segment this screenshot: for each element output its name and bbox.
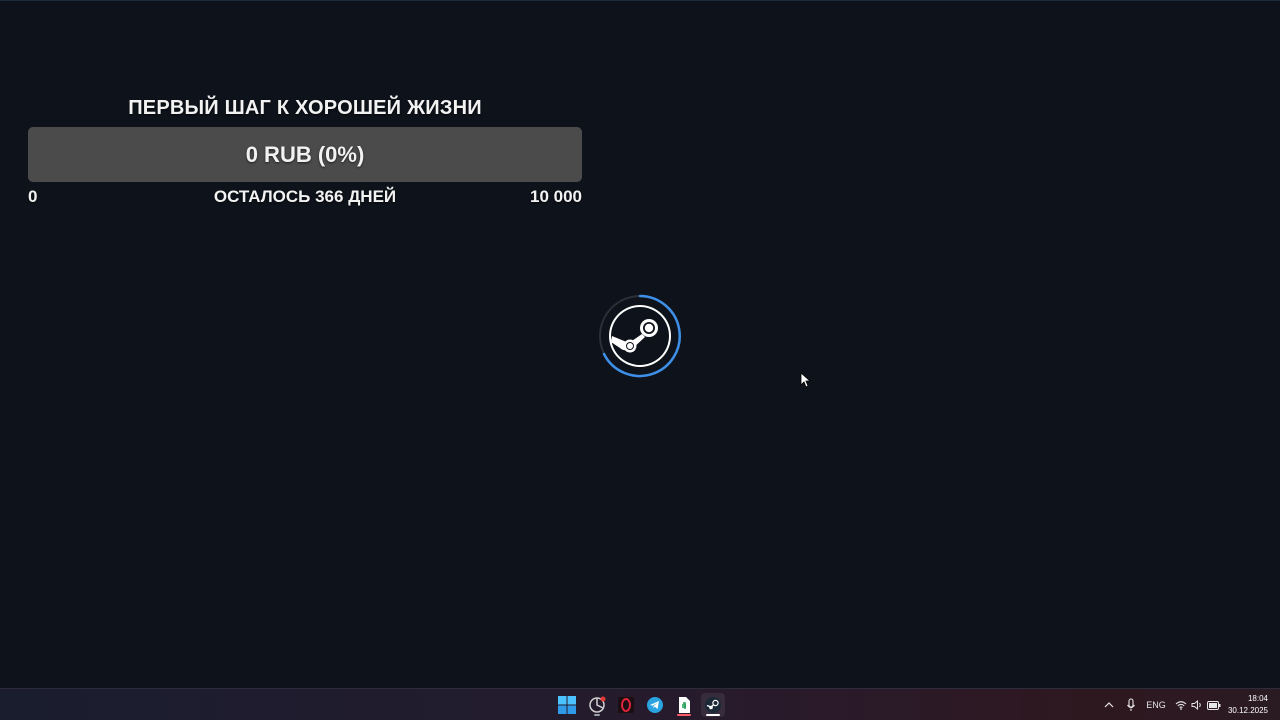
- goal-remaining-label: ОСТАЛОСЬ 366 ДНЕЙ: [213, 187, 397, 206]
- steam-loading-spinner: [598, 294, 682, 378]
- speaker-icon: [1191, 700, 1201, 710]
- windows-logo-icon: [558, 696, 576, 714]
- goal-max-label: 10 000: [530, 187, 582, 206]
- taskbar-app-chrome-like[interactable]: [585, 693, 609, 717]
- desktop-screen: ПЕРВЫЙ ШАГ К ХОРОШЕЙ ЖИЗНИ 0 RUB (0%) 0 …: [0, 0, 1280, 720]
- battery-button[interactable]: [1206, 697, 1222, 713]
- goal-progress-text: 0 RUB (0%): [245, 141, 365, 167]
- goal-title: ПЕРВЫЙ ШАГ К ХОРОШЕЙ ЖИЗНИ: [128, 97, 482, 119]
- app-running-indicator: [677, 714, 691, 716]
- volume-button[interactable]: [1190, 697, 1204, 713]
- microphone-button[interactable]: [1124, 697, 1138, 713]
- steam-logo-icon: [599, 294, 681, 378]
- chevron-up-icon: [1104, 702, 1114, 708]
- mouse-cursor-icon: [800, 372, 810, 388]
- battery-icon: [1207, 700, 1221, 710]
- wifi-button[interactable]: [1174, 697, 1188, 713]
- goal-footer: 0 ОСТАЛОСЬ 366 ДНЕЙ 10 000: [28, 182, 582, 212]
- clock-time: 18:04: [1247, 694, 1268, 703]
- app-running-indicator: [594, 714, 600, 716]
- document-icon: [679, 697, 690, 713]
- taskbar-app-telegram[interactable]: [643, 693, 667, 717]
- taskbar-app-opera[interactable]: [614, 693, 638, 717]
- steam-icon: [705, 697, 721, 713]
- app-active-indicator: [706, 714, 720, 716]
- wifi-icon: [1175, 701, 1187, 710]
- telegram-icon: [647, 697, 663, 713]
- clock-date: 30.12.2025: [1227, 706, 1268, 715]
- donation-goal-widget: ПЕРВЫЙ ШАГ К ХОРОШЕЙ ЖИЗНИ 0 RUB (0%) 0 …: [28, 92, 582, 212]
- opera-icon: [618, 697, 634, 713]
- taskbar: ENG 18:04 30.12.2025: [0, 688, 1280, 720]
- show-hidden-icons-button[interactable]: [1102, 697, 1116, 713]
- taskbar-app-steam[interactable]: [701, 693, 725, 717]
- app-circle-icon: [589, 696, 606, 713]
- goal-progress-bar: 0 RUB (0%): [28, 127, 582, 182]
- start-button[interactable]: [555, 693, 579, 717]
- top-edge-line: [0, 0, 1280, 1]
- taskbar-app-notepad[interactable]: [672, 693, 696, 717]
- microphone-icon: [1127, 698, 1135, 711]
- system-clock[interactable]: 18:04 30.12.2025: [1222, 693, 1268, 717]
- language-indicator[interactable]: ENG: [1144, 697, 1168, 713]
